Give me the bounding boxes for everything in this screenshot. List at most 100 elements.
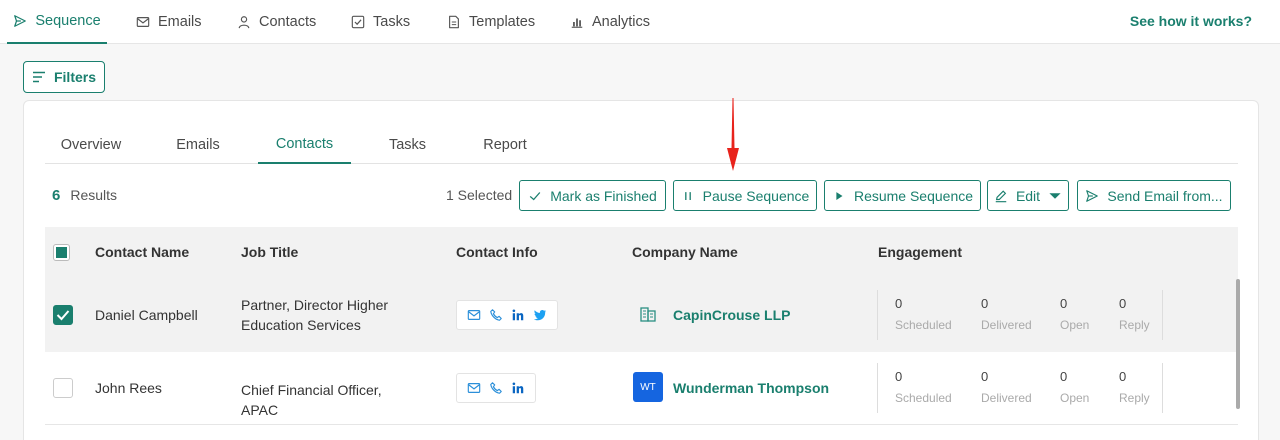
- email-icon[interactable]: [467, 381, 481, 395]
- open-label: Open: [1060, 318, 1090, 332]
- filter-lines-icon: [32, 71, 45, 83]
- reply-label: Reply: [1119, 391, 1150, 405]
- phone-icon[interactable]: [489, 381, 503, 395]
- button-label: Mark as Finished: [550, 187, 657, 204]
- resume-sequence-button[interactable]: Resume Sequence: [824, 180, 981, 211]
- subtab-emails[interactable]: Emails: [152, 126, 244, 164]
- job-title: Chief Financial Officer, APAC: [241, 380, 421, 420]
- button-label: Pause Sequence: [702, 187, 810, 204]
- checkbox-icon: [351, 15, 365, 29]
- filters-button[interactable]: Filters: [23, 61, 105, 93]
- header-company-name[interactable]: Company Name: [632, 244, 738, 260]
- contact-name[interactable]: John Rees: [95, 380, 162, 396]
- job-title-line: Chief Financial Officer, APAC: [241, 382, 382, 418]
- open-label: Open: [1060, 391, 1090, 405]
- contact-info: [456, 300, 558, 330]
- header-job-title[interactable]: Job Title: [241, 244, 298, 260]
- results-summary: 6 Results: [52, 187, 117, 204]
- tab-analytics[interactable]: Analytics: [570, 0, 650, 44]
- tab-label: Analytics: [592, 14, 651, 30]
- twitter-icon[interactable]: [533, 308, 547, 322]
- filters-label: Filters: [53, 69, 96, 85]
- reply-count: 0: [1119, 296, 1127, 311]
- subtab-tasks[interactable]: Tasks: [370, 126, 445, 164]
- top-navigation: Sequence Emails Contacts Tasks Templates…: [0, 0, 1280, 44]
- header-contact-info[interactable]: Contact Info: [456, 244, 538, 260]
- delivered-label: Delivered: [981, 391, 1032, 405]
- row-checkbox[interactable]: [53, 378, 73, 398]
- play-icon: [836, 191, 843, 200]
- delivered-label: Delivered: [981, 318, 1032, 332]
- bar-chart-icon: [571, 18, 583, 28]
- tab-emails[interactable]: Emails: [136, 0, 202, 44]
- header-engagement[interactable]: Engagement: [878, 244, 962, 260]
- results-count: 6: [52, 187, 61, 204]
- document-icon: [449, 15, 459, 29]
- person-icon: [238, 16, 250, 29]
- check-icon: [529, 191, 541, 200]
- phone-icon[interactable]: [489, 308, 503, 322]
- header-contact-name[interactable]: Contact Name: [95, 244, 189, 260]
- tab-label: Tasks: [373, 14, 411, 30]
- edit-button[interactable]: Edit: [987, 180, 1069, 211]
- scheduled-label: Scheduled: [895, 318, 952, 332]
- check-icon: [56, 310, 70, 321]
- company-logo: WT: [633, 372, 663, 402]
- scheduled-label: Scheduled: [895, 391, 952, 405]
- see-how-it-works-link[interactable]: See how it works?: [1130, 13, 1252, 29]
- subtab-bar: Overview Emails Contacts Tasks Report: [45, 126, 1238, 164]
- tab-label: Emails: [158, 14, 202, 30]
- send-email-from-button[interactable]: Send Email from...: [1077, 180, 1231, 211]
- linkedin-icon[interactable]: [511, 381, 525, 395]
- pause-sequence-button[interactable]: Pause Sequence: [673, 180, 817, 211]
- button-label: Send Email from...: [1107, 187, 1223, 204]
- select-all-checkbox[interactable]: [53, 244, 70, 261]
- tab-label: Sequence: [35, 13, 101, 29]
- job-title: Partner, Director Higher Education Servi…: [241, 295, 421, 335]
- company-name-link[interactable]: CapinCrouse LLP: [673, 307, 790, 323]
- row-checkbox[interactable]: [53, 305, 73, 325]
- linkedin-icon[interactable]: [511, 308, 525, 322]
- tab-sequence[interactable]: Sequence: [7, 0, 107, 44]
- caret-down-icon: [1049, 192, 1061, 199]
- annotation-arrow-icon: [727, 98, 739, 171]
- button-label: Edit: [1015, 187, 1041, 204]
- engagement-stats: 0 Scheduled 0 Delivered 0 Open 0 Reply: [877, 290, 1163, 340]
- delivered-count: 0: [981, 369, 989, 384]
- send-icon: [14, 15, 27, 27]
- subtab-report[interactable]: Report: [465, 126, 545, 164]
- reply-count: 0: [1119, 369, 1127, 384]
- table-scrollbar[interactable]: [1236, 279, 1240, 409]
- pencil-icon: [995, 189, 1007, 202]
- subtab-overview[interactable]: Overview: [45, 126, 137, 164]
- open-count: 0: [1060, 296, 1068, 311]
- job-title-line: Education Services: [241, 317, 361, 333]
- table-row[interactable]: John Rees Chief Financial Officer, APAC …: [45, 352, 1238, 425]
- send-icon: [1086, 189, 1099, 202]
- tab-tasks[interactable]: Tasks: [351, 0, 410, 44]
- subtab-contacts[interactable]: Contacts: [258, 126, 351, 164]
- table-header: Contact Name Job Title Contact Info Comp…: [45, 227, 1238, 279]
- pause-icon: [684, 191, 691, 200]
- delivered-count: 0: [981, 296, 989, 311]
- mark-as-finished-button[interactable]: Mark as Finished: [519, 180, 666, 211]
- open-count: 0: [1060, 369, 1068, 384]
- company-logo-text: WT: [640, 381, 656, 393]
- scheduled-count: 0: [895, 296, 903, 311]
- results-label: Results: [70, 187, 118, 203]
- tab-contacts[interactable]: Contacts: [237, 0, 316, 44]
- company-building-icon: [633, 299, 663, 329]
- engagement-stats: 0 Scheduled 0 Delivered 0 Open 0 Reply: [877, 363, 1163, 413]
- button-label: Resume Sequence: [853, 187, 974, 204]
- table-row[interactable]: Daniel Campbell Partner, Director Higher…: [45, 279, 1238, 352]
- company-name-link[interactable]: Wunderman Thompson: [673, 380, 829, 396]
- reply-label: Reply: [1119, 318, 1150, 332]
- contact-name[interactable]: Daniel Campbell: [95, 307, 198, 323]
- contact-info: [456, 373, 536, 403]
- mail-icon: [136, 17, 150, 27]
- job-title-line: Partner, Director Higher: [241, 297, 389, 313]
- scheduled-count: 0: [895, 369, 903, 384]
- tab-label: Templates: [469, 14, 536, 30]
- email-icon[interactable]: [467, 308, 481, 322]
- tab-templates[interactable]: Templates: [447, 0, 535, 44]
